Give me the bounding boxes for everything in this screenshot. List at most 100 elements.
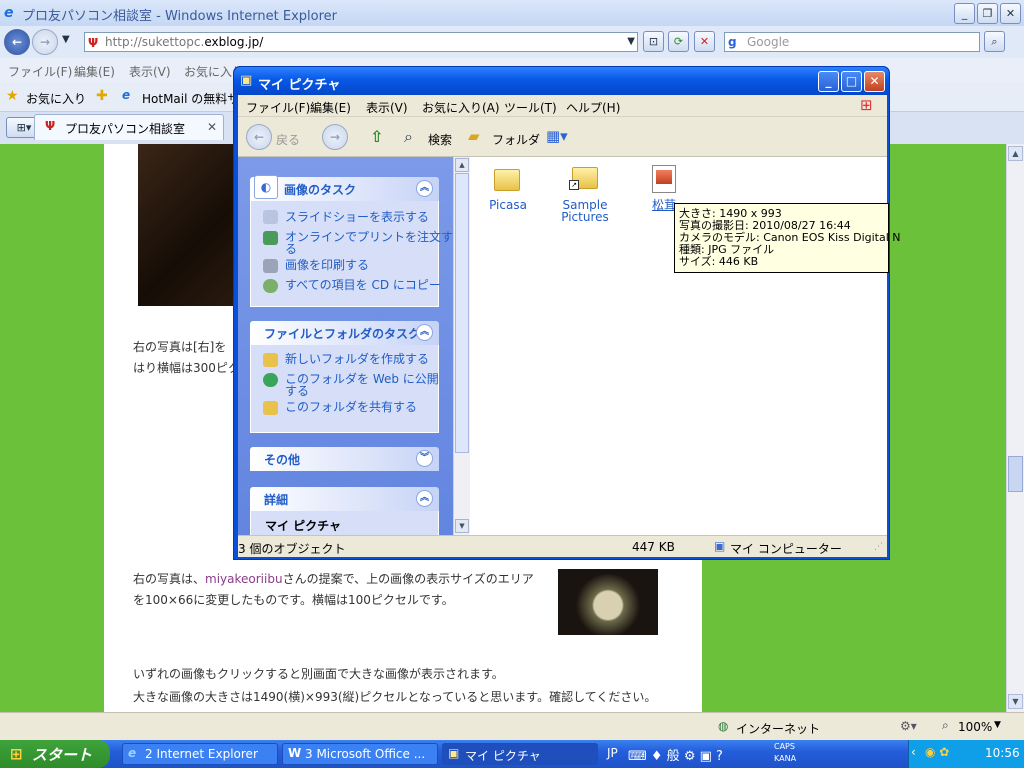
- collapse-icon[interactable]: ︽: [416, 180, 433, 197]
- kana-indicator: KANA: [774, 754, 797, 763]
- forward-button[interactable]: →: [32, 29, 58, 55]
- status-zone: インターネット: [736, 722, 821, 736]
- item-sample-label-2[interactable]: Pictures: [556, 211, 614, 223]
- address-dropdown-icon[interactable]: ▼: [627, 33, 635, 51]
- panel-other-header[interactable]: その他 ︾: [250, 447, 439, 471]
- search-button-icon[interactable]: ⌕: [984, 31, 1005, 52]
- tab-close-icon[interactable]: ✕: [207, 120, 217, 134]
- photo-large[interactable]: [138, 144, 238, 306]
- system-tray: ‹ ◉ ✿ 10:56: [908, 740, 1024, 768]
- jpg-file-icon[interactable]: [652, 165, 676, 193]
- exp-menu-edit[interactable]: 編集(E): [310, 99, 351, 116]
- favorites-star-icon: ★: [6, 88, 19, 104]
- item-picasa-label[interactable]: Picasa: [486, 199, 530, 211]
- photo-small[interactable]: [558, 569, 658, 635]
- page-scrollbar[interactable]: ▲ ▼: [1006, 144, 1024, 712]
- close-button[interactable]: ✕: [1000, 3, 1021, 24]
- tooltip-size: サイズ: 446 KB: [679, 255, 759, 268]
- compat-view-icon[interactable]: ⊡: [643, 31, 664, 52]
- task-my-pictures[interactable]: ▣ マイ ピクチャ: [442, 743, 598, 765]
- tp-scroll-thumb[interactable]: [455, 173, 469, 453]
- task-internet-explorer[interactable]: e 2 Internet Explorer: [122, 743, 278, 765]
- task-pane-scrollbar[interactable]: ▲ ▼: [453, 157, 470, 535]
- scroll-up-arrow[interactable]: ▲: [1008, 146, 1023, 161]
- exp-back-label[interactable]: 戻る: [276, 131, 300, 148]
- panel-details-header[interactable]: 詳細 ︽: [250, 487, 439, 511]
- panel-image-tasks-header[interactable]: ◐ 画像のタスク ︽: [250, 175, 439, 201]
- up-folder-icon[interactable]: ⇧: [370, 127, 383, 146]
- tp-scroll-down-arrow[interactable]: ▼: [455, 519, 469, 533]
- explorer-minimize-button[interactable]: _: [818, 71, 839, 92]
- scroll-thumb[interactable]: [1008, 456, 1023, 492]
- exp-menu-favorites[interactable]: お気に入り(A): [422, 99, 500, 116]
- exp-search-icon: ⌕: [404, 127, 413, 146]
- resize-grip-icon[interactable]: ⋰: [874, 542, 883, 552]
- search-placeholder: Google: [747, 35, 790, 49]
- zoom-dropdown-icon[interactable]: ▼: [994, 720, 1001, 730]
- tab-current[interactable]: Ψ プロ友パソコン相談室 ✕: [34, 114, 224, 140]
- exp-forward-button[interactable]: →: [322, 124, 348, 150]
- add-favorite-icon[interactable]: ✚: [96, 88, 108, 104]
- stop-icon[interactable]: ✕: [694, 31, 715, 52]
- exp-search-button[interactable]: 検索: [428, 131, 452, 148]
- zoom-level[interactable]: 100%: [958, 720, 992, 734]
- explorer-close-button[interactable]: ✕: [864, 71, 885, 92]
- exp-back-button[interactable]: ←: [246, 124, 272, 150]
- exp-menu-help[interactable]: ヘルプ(H): [566, 99, 620, 116]
- task-office-label: 3 Microsoft Office ...: [305, 747, 426, 761]
- printer-icon: [263, 259, 278, 273]
- sample-pictures-folder-icon[interactable]: ↗: [569, 167, 598, 190]
- history-dropdown-icon[interactable]: ▼: [62, 34, 70, 45]
- back-button[interactable]: ←: [4, 29, 30, 55]
- explorer-toolbar: ← 戻る → ⇧ ⌕ 検索 ▰ フォルダ ▦▾: [238, 117, 887, 157]
- picasa-folder-icon[interactable]: [494, 169, 520, 191]
- restore-button[interactable]: ❐: [977, 3, 998, 24]
- menu-edit[interactable]: 編集(E): [74, 63, 115, 80]
- panel-image-tasks-title: 画像のタスク: [284, 183, 357, 197]
- link-copy-cd[interactable]: すべての項目を CD にコピー: [285, 279, 441, 291]
- collapse-icon[interactable]: ︽: [416, 490, 433, 507]
- minimize-button[interactable]: _: [954, 3, 975, 24]
- link-order-prints[interactable]: オンラインでプリントを注文す: [285, 231, 453, 243]
- link-order-prints-2[interactable]: る: [285, 243, 297, 255]
- link-print[interactable]: 画像を印刷する: [285, 259, 369, 271]
- lang-indicator[interactable]: JP: [607, 746, 618, 760]
- exp-menu-tools[interactable]: ツール(T): [504, 99, 557, 116]
- tp-scroll-up-arrow[interactable]: ▲: [455, 158, 469, 172]
- author-link[interactable]: miyakeoriibu: [205, 572, 283, 586]
- jpg-thumb: [656, 170, 672, 184]
- protected-mode-icon[interactable]: ⚙▾: [900, 719, 917, 733]
- status-location: マイ コンピューター: [730, 542, 842, 556]
- search-input[interactable]: g Google: [724, 32, 980, 52]
- expand-icon[interactable]: ︾: [416, 450, 433, 467]
- cd-icon: [263, 279, 278, 293]
- menu-view[interactable]: 表示(V): [129, 63, 171, 80]
- views-icon[interactable]: ▦▾: [546, 127, 568, 145]
- link-slideshow[interactable]: スライドショーを表示する: [285, 211, 429, 223]
- exp-folders-button[interactable]: フォルダ: [492, 131, 540, 148]
- refresh-icon[interactable]: ⟳: [668, 31, 689, 52]
- link-publish-web-2[interactable]: する: [285, 385, 309, 397]
- exp-menu-file[interactable]: ファイル(F): [246, 99, 310, 116]
- text2-a: 右の写真は、: [133, 572, 206, 586]
- panel-file-tasks-title: ファイルとフォルダのタスク: [264, 327, 421, 341]
- explorer-maximize-button[interactable]: □: [841, 71, 862, 92]
- task-microsoft-office[interactable]: W 3 Microsoft Office ...: [282, 743, 438, 765]
- tray-expand-icon[interactable]: ‹: [911, 745, 916, 759]
- link-new-folder[interactable]: 新しいフォルダを作成する: [285, 353, 429, 365]
- scroll-down-arrow[interactable]: ▼: [1008, 694, 1023, 709]
- google-icon: g: [728, 35, 737, 49]
- tray-icons[interactable]: ◉ ✿: [925, 745, 949, 759]
- address-bar[interactable]: Ψ http://sukettopc.exblog.jp/ ▼: [84, 32, 638, 52]
- panel-file-tasks-header[interactable]: ファイルとフォルダのタスク ︽: [250, 321, 439, 345]
- menu-file[interactable]: ファイル(F): [8, 63, 72, 80]
- panel-other-title: その他: [264, 453, 301, 467]
- start-button[interactable]: ⊞ スタート: [0, 740, 110, 768]
- new-folder-icon: [263, 353, 278, 367]
- collapse-icon[interactable]: ︽: [416, 324, 433, 341]
- slideshow-icon: [263, 210, 278, 224]
- favorites-button[interactable]: お気に入り: [26, 90, 86, 107]
- link-share-folder[interactable]: このフォルダを共有する: [285, 401, 417, 413]
- ime-icons[interactable]: ⌨ ♦ 般 ⚙ ▣ ?: [628, 745, 723, 764]
- exp-menu-view[interactable]: 表示(V): [366, 99, 408, 116]
